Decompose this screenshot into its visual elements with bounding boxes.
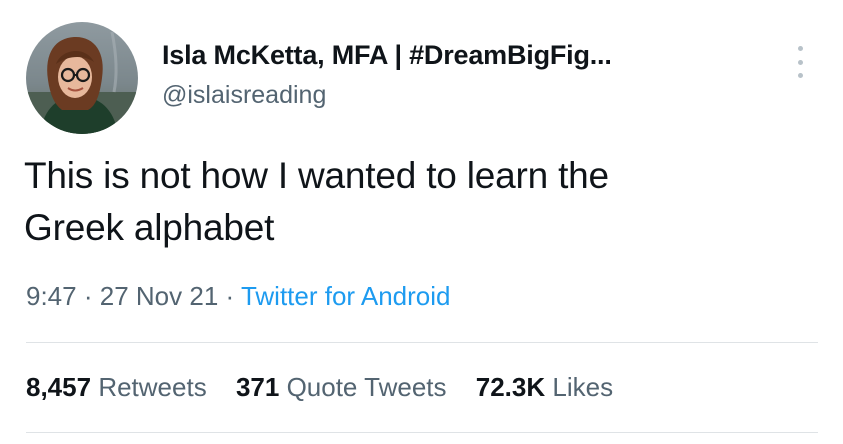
tweet-time[interactable]: 9:47 (26, 281, 77, 311)
tweet-text-line: Greek alphabet (24, 207, 275, 248)
tweet-stats: 8,457 Retweets 371 Quote Tweets 72.3K Li… (26, 368, 635, 406)
tweet-text-line: This is not how I wanted to learn the (24, 155, 609, 196)
divider (26, 342, 818, 343)
tweet-header: Isla McKetta, MFA | #DreamBigFig... @isl… (26, 22, 826, 134)
tweet-text: This is not how I wanted to learn the Gr… (24, 150, 814, 254)
more-dot (797, 73, 803, 78)
quote-tweets-label: Quote Tweets (286, 372, 447, 402)
retweets-stat[interactable]: 8,457 Retweets (26, 368, 207, 406)
retweets-label: Retweets (98, 372, 207, 402)
likes-stat[interactable]: 72.3K Likes (476, 368, 613, 406)
tweet-date[interactable]: 27 Nov 21 (100, 281, 219, 311)
author-names: Isla McKetta, MFA | #DreamBigFig... @isl… (162, 38, 612, 112)
tweet-source-link[interactable]: Twitter for Android (241, 281, 451, 311)
avatar[interactable] (26, 22, 138, 134)
author-display-name[interactable]: Isla McKetta, MFA | #DreamBigFig... (162, 38, 612, 72)
likes-count: 72.3K (475, 372, 546, 402)
more-dot (797, 46, 803, 51)
author-handle[interactable]: @islaisreading (162, 78, 612, 112)
likes-label: Likes (552, 372, 614, 402)
meta-separator: · (225, 281, 235, 311)
retweets-count: 8,457 (26, 372, 92, 402)
quote-tweets-count: 371 (235, 372, 280, 402)
more-dot (797, 59, 803, 65)
more-options-icon[interactable] (793, 42, 807, 82)
quote-tweets-stat[interactable]: 371 Quote Tweets (236, 368, 447, 406)
meta-separator: · (83, 281, 93, 311)
divider (26, 432, 818, 433)
tweet-meta: 9:47 · 27 Nov 21 · Twitter for Android (26, 278, 451, 314)
avatar-photo (26, 22, 138, 134)
